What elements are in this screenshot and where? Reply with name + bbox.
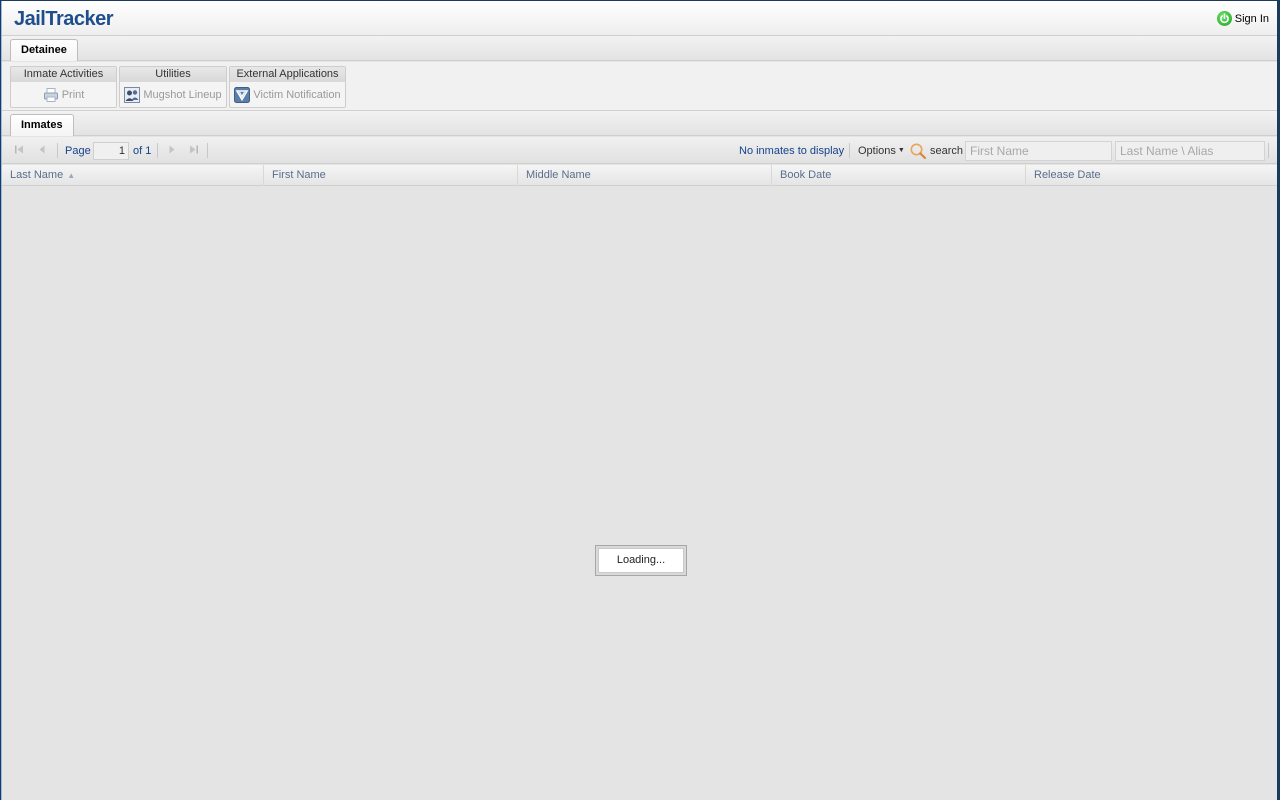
victim-notification-label: Victim Notification: [253, 89, 341, 101]
column-label: Middle Name: [526, 169, 591, 181]
toolbar-separator: [849, 143, 850, 158]
sign-in-label: Sign In: [1234, 12, 1269, 25]
column-label: First Name: [272, 169, 326, 181]
first-name-wrap: [965, 137, 1112, 164]
print-button[interactable]: Print: [11, 82, 116, 108]
column-label: Last Name: [10, 169, 64, 181]
printer-icon: [43, 87, 59, 103]
ribbon-toolbar: Inmate Activities Print Utilities Mugsho…: [2, 62, 1277, 111]
app-header: JailTracker Sign In: [2, 1, 1277, 36]
last-page-button[interactable]: [188, 137, 199, 164]
column-first-name[interactable]: First Name: [264, 165, 518, 186]
vine-icon: [234, 87, 251, 103]
main-tab-strip: Detainee: [2, 36, 1277, 61]
sign-in-button[interactable]: Sign In: [1216, 11, 1269, 26]
toolbar-separator: [1268, 143, 1269, 158]
grid-body: [2, 187, 1277, 800]
loading-text: Loading...: [598, 548, 684, 573]
page-number-input[interactable]: [93, 141, 129, 160]
toolbar-separator: [207, 143, 208, 158]
column-last-name[interactable]: Last Name ▲: [2, 165, 264, 186]
inmates-tab-strip: Inmates: [2, 111, 1277, 136]
paging-status: No inmates to display: [739, 144, 845, 157]
search-icon: [909, 137, 927, 164]
app-logo: JailTracker: [14, 8, 114, 30]
next-page-button[interactable]: [167, 137, 177, 164]
column-release-date[interactable]: Release Date: [1026, 165, 1278, 186]
column-middle-name[interactable]: Middle Name: [518, 165, 772, 186]
options-label: Options: [858, 144, 896, 157]
mugshot-icon: [124, 87, 141, 103]
sort-ascending-icon: ▲: [67, 171, 76, 180]
page-input-wrap: [93, 137, 129, 164]
caret-down-icon: ▼: [897, 147, 905, 154]
group-title: External Applications: [230, 67, 345, 82]
last-page-icon: [188, 144, 199, 158]
page-count-label: of 1: [133, 144, 152, 157]
column-book-date[interactable]: Book Date: [772, 165, 1026, 186]
print-label: Print: [61, 89, 85, 101]
toolbar-separator: [57, 143, 58, 158]
column-label: Book Date: [780, 169, 832, 181]
mugshot-lineup-label: Mugshot Lineup: [143, 89, 222, 101]
search-label: search: [930, 144, 964, 157]
prev-page-icon: [37, 144, 47, 158]
page-label: Page: [65, 144, 91, 157]
tab-inmates[interactable]: Inmates: [10, 114, 74, 136]
first-page-icon: [14, 144, 25, 158]
power-icon: [1216, 11, 1232, 26]
victim-notification-button[interactable]: Victim Notification: [230, 82, 345, 108]
last-name-search-input[interactable]: [1115, 140, 1265, 161]
prev-page-button[interactable]: [37, 137, 47, 164]
options-button[interactable]: Options ▼: [858, 137, 905, 164]
grid-header: Last Name ▲ First Name Middle Name Book D…: [2, 165, 1277, 186]
column-label: Release Date: [1034, 169, 1101, 181]
group-title: Utilities: [120, 67, 226, 82]
loading-indicator: Loading...: [595, 545, 687, 576]
first-page-button[interactable]: [14, 137, 25, 164]
group-external-applications: External Applications Victim Notificatio…: [229, 66, 346, 108]
tab-detainee[interactable]: Detainee: [10, 39, 78, 61]
toolbar-separator: [157, 143, 158, 158]
app-window: JailTracker Sign In Detainee Inmate Acti…: [1, 1, 1277, 800]
last-name-wrap: [1115, 137, 1265, 164]
next-page-icon: [167, 144, 177, 158]
first-name-search-input[interactable]: [965, 140, 1112, 161]
group-title: Inmate Activities: [11, 67, 116, 82]
group-utilities: Utilities Mugshot Lineup: [119, 66, 227, 108]
paging-toolbar: Page of 1 No inmates to display Options …: [2, 137, 1277, 164]
mugshot-lineup-button[interactable]: Mugshot Lineup: [120, 82, 226, 108]
group-inmate-activities: Inmate Activities Print: [10, 66, 117, 108]
